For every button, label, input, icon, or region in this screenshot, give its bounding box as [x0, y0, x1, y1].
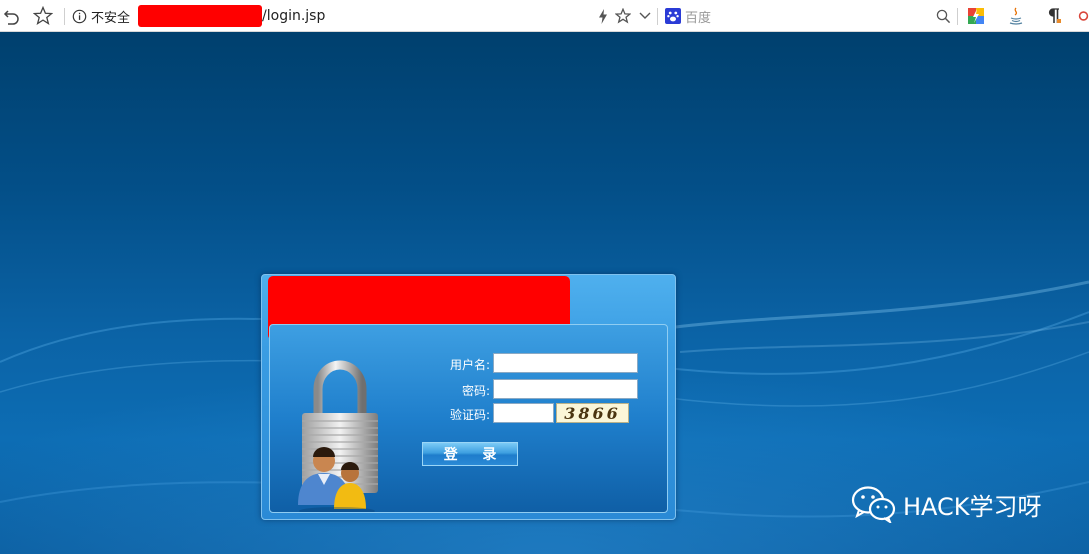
wechat-icon	[851, 486, 896, 523]
toolbar-divider	[64, 8, 65, 25]
info-icon[interactable]	[72, 9, 87, 24]
search-box[interactable]: 百度	[665, 0, 711, 32]
search-icon[interactable]	[934, 0, 952, 32]
toolbar-divider	[957, 8, 958, 25]
password-label: 密码:	[461, 384, 490, 398]
login-form: 用户名: 密码: 验证码: 3866 登 录	[269, 324, 668, 513]
address-bar[interactable]: 不安全 /login.jsp	[72, 0, 325, 32]
extension-partial-icon[interactable]	[1078, 0, 1089, 32]
security-status[interactable]: 不安全	[91, 7, 130, 26]
bookmark-star-icon[interactable]	[32, 0, 54, 32]
login-page-background: 用户名: 密码: 验证码: 3866 登 录	[0, 32, 1089, 554]
extension-colorful-icon[interactable]	[966, 0, 986, 32]
undo-icon[interactable]	[2, 0, 22, 32]
captcha-label: 验证码:	[449, 408, 490, 422]
captcha-image[interactable]: 3866	[556, 403, 629, 423]
paragraph-icon[interactable]	[1044, 0, 1064, 32]
favorite-star-icon[interactable]	[614, 0, 632, 32]
lightning-icon[interactable]	[596, 0, 610, 32]
watermark-text: HACK学习呀	[903, 492, 1042, 521]
captcha-input[interactable]	[493, 403, 554, 423]
toolbar-divider	[657, 8, 658, 25]
java-icon[interactable]	[1006, 0, 1026, 32]
username-input[interactable]	[493, 353, 638, 373]
baidu-paw-icon	[665, 8, 681, 24]
lock-users-illustration	[298, 360, 378, 512]
search-engine-label: 百度	[685, 10, 712, 26]
browser-toolbar: 不安全 /login.jsp 百度	[0, 0, 1089, 32]
wechat-watermark: HACK学习呀	[851, 485, 1042, 523]
login-panel: 用户名: 密码: 验证码: 3866 登 录	[261, 274, 676, 520]
chevron-down-icon[interactable]	[637, 0, 653, 32]
url-path[interactable]: /login.jsp	[262, 8, 325, 24]
username-label: 用户名:	[449, 358, 490, 372]
password-input[interactable]	[493, 379, 638, 399]
login-button[interactable]: 登 录	[422, 442, 518, 466]
url-host-redaction	[138, 5, 263, 27]
